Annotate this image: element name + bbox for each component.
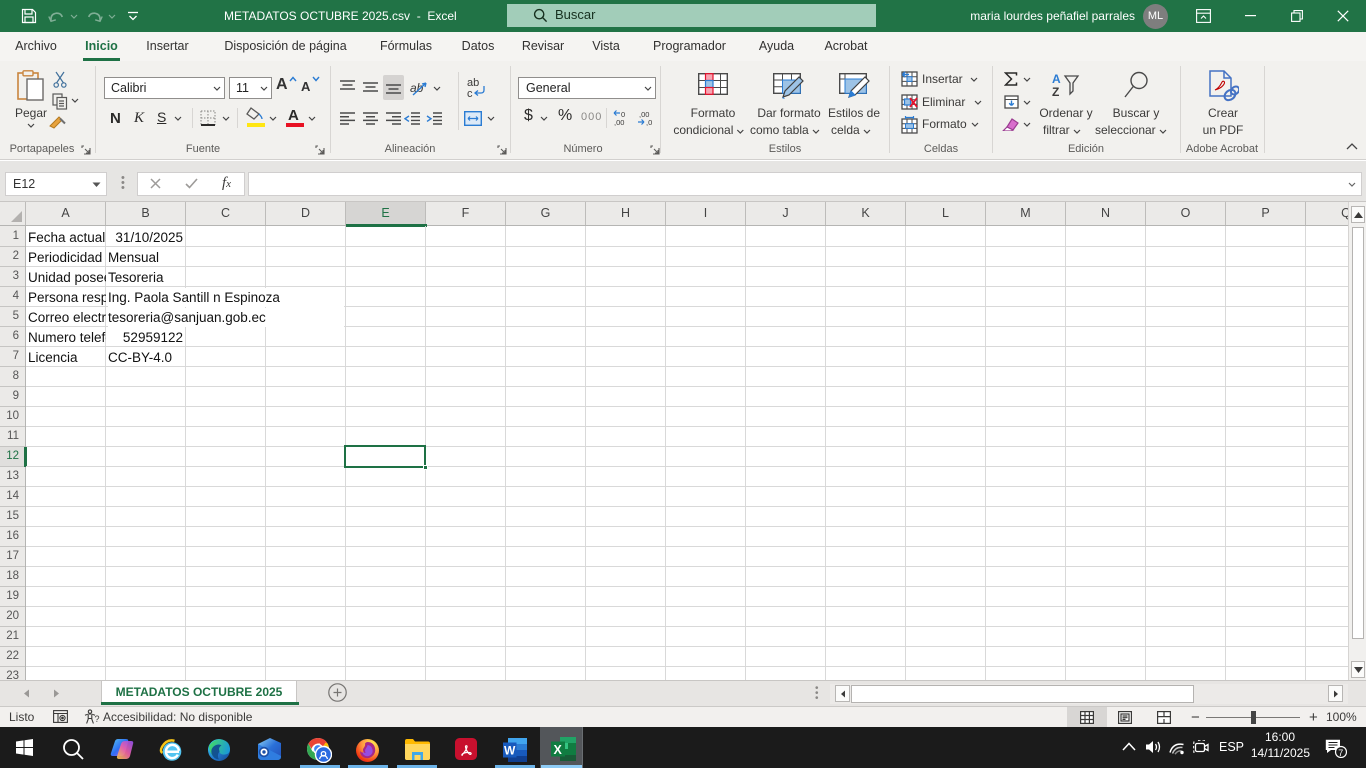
svg-text:,0: ,0 [646, 118, 652, 126]
svg-text:c: c [467, 88, 473, 100]
svg-text:Z: Z [1052, 85, 1059, 99]
svg-text:ab: ab [410, 81, 424, 95]
svg-text:,00: ,00 [614, 118, 624, 126]
svg-text:7: 7 [1338, 748, 1343, 758]
svg-text:A: A [1052, 72, 1061, 86]
svg-text:W: W [504, 744, 516, 758]
svg-text:X: X [554, 743, 563, 757]
svg-text:?: ? [95, 714, 100, 724]
